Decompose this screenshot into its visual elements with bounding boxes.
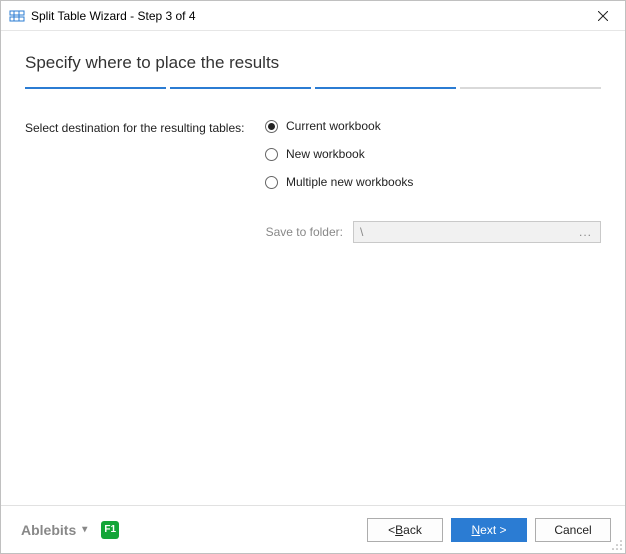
brand-label: Ablebits <box>21 522 76 538</box>
page-heading: Specify where to place the results <box>25 53 601 73</box>
cancel-button[interactable]: Cancel <box>535 518 611 542</box>
footer: Ablebits ▾ F1 < Back Next > Cancel <box>1 505 625 553</box>
radio-current-workbook[interactable]: Current workbook <box>265 119 601 133</box>
destination-label: Select destination for the resulting tab… <box>25 119 265 135</box>
destination-options: Current workbook New workbook Multiple n… <box>265 119 601 243</box>
close-button[interactable] <box>580 1 625 30</box>
app-icon <box>9 8 25 24</box>
browse-button: ... <box>577 225 594 239</box>
radio-label: New workbook <box>286 147 365 161</box>
step-segment-4 <box>460 87 601 89</box>
step-segment-3 <box>315 87 456 89</box>
resize-grip[interactable] <box>611 539 623 551</box>
window-title: Split Table Wizard - Step 3 of 4 <box>31 9 580 23</box>
radio-icon <box>265 120 278 133</box>
step-indicator <box>25 87 601 89</box>
radio-label: Current workbook <box>286 119 381 133</box>
chevron-down-icon: ▾ <box>82 524 87 535</box>
save-folder-row: Save to folder: \ ... <box>265 221 601 243</box>
save-folder-input: \ ... <box>353 221 601 243</box>
close-icon <box>598 11 608 21</box>
destination-row: Select destination for the resulting tab… <box>25 119 601 243</box>
brand-menu[interactable]: Ablebits ▾ <box>21 522 87 538</box>
radio-new-workbook[interactable]: New workbook <box>265 147 601 161</box>
save-folder-value: \ <box>360 225 577 239</box>
save-folder-label: Save to folder: <box>265 225 343 239</box>
wizard-window: Split Table Wizard - Step 3 of 4 Specify… <box>0 0 626 554</box>
step-segment-2 <box>170 87 311 89</box>
radio-icon <box>265 176 278 189</box>
help-button[interactable]: F1 <box>101 521 119 539</box>
radio-label: Multiple new workbooks <box>286 175 413 189</box>
next-button[interactable]: Next > <box>451 518 527 542</box>
content-area: Specify where to place the results Selec… <box>1 31 625 505</box>
radio-icon <box>265 148 278 161</box>
back-button[interactable]: < Back <box>367 518 443 542</box>
titlebar: Split Table Wizard - Step 3 of 4 <box>1 1 625 31</box>
radio-multiple-new-workbooks[interactable]: Multiple new workbooks <box>265 175 601 189</box>
step-segment-1 <box>25 87 166 89</box>
